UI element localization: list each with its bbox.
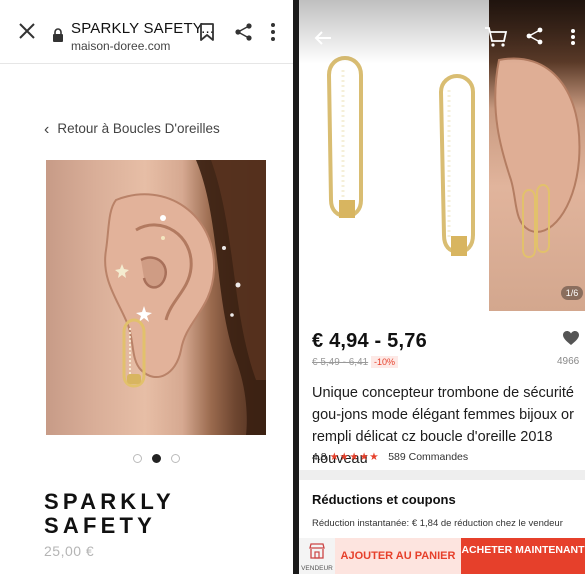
site-url[interactable]: maison-doree.com	[71, 39, 170, 53]
add-to-cart-button[interactable]: AJOUTER AU PANIER	[335, 538, 461, 574]
cart-icon[interactable]	[484, 26, 508, 48]
more-options-icon[interactable]	[270, 22, 276, 42]
page-title: SPARKLY SAFETY...	[71, 20, 215, 37]
right-screen: 1/6 € 4,94 - 5,76 € 5,49 - 6,41 -10% 496…	[299, 0, 585, 574]
carousel-dots	[133, 454, 181, 464]
product-price: 25,00 €	[44, 543, 95, 559]
bookmark-icon[interactable]	[199, 22, 215, 42]
coupons-title[interactable]: Réductions et coupons	[312, 492, 456, 507]
back-to-category-link[interactable]: ‹ Retour à Boucles D'oreilles	[44, 121, 220, 139]
bottom-action-bar: VENDEUR AJOUTER AU PANIER ACHETER MAINTE…	[299, 538, 585, 574]
more-options-icon[interactable]	[570, 28, 576, 46]
rating-row[interactable]: 4.8 ★★★★★ 589 Commandes	[312, 451, 468, 463]
discount-badge: -10%	[371, 356, 399, 368]
rating-stars: ★★★★★	[329, 451, 380, 463]
rating-score: 4.8	[312, 451, 327, 463]
orders-count: 589 Commandes	[388, 451, 469, 463]
store-icon	[309, 543, 325, 559]
image-counter: 1/6	[561, 286, 583, 300]
chevron-left-icon: ‹	[44, 121, 50, 138]
lock-icon	[53, 28, 63, 42]
store-label: VENDEUR	[301, 565, 333, 572]
carousel-dot-3[interactable]	[171, 454, 180, 463]
section-separator	[299, 470, 585, 480]
share-icon[interactable]	[234, 22, 254, 42]
product-name: SPARKLY SAFETY	[44, 489, 175, 538]
coupon-description: Réduction instantanée: € 1,84 de réducti…	[312, 518, 563, 529]
store-button[interactable]: VENDEUR	[299, 538, 335, 574]
product-photo[interactable]	[46, 160, 266, 435]
back-link-label: Retour à Boucles D'oreilles	[57, 121, 220, 136]
close-icon[interactable]	[16, 20, 38, 42]
heart-icon[interactable]	[562, 330, 580, 346]
buy-now-button[interactable]: ACHETER MAINTENANT	[461, 538, 585, 574]
carousel-dot-2[interactable]	[152, 454, 161, 463]
browser-toolbar: SPARKLY SAFETY... maison-doree.com	[0, 0, 293, 64]
product-image-gallery[interactable]: 1/6	[299, 0, 585, 316]
original-price: € 5,49 - 6,41	[312, 357, 369, 368]
back-arrow-icon[interactable]	[313, 28, 333, 48]
price-range: € 4,94 - 5,76	[312, 330, 427, 352]
carousel-dot-1[interactable]	[133, 454, 142, 463]
wishlist-count: 4966	[557, 356, 580, 367]
left-screen: SPARKLY SAFETY... maison-doree.com ‹ Reto…	[0, 0, 293, 574]
ear-earring-illustration	[104, 160, 266, 435]
share-icon[interactable]	[526, 27, 544, 45]
